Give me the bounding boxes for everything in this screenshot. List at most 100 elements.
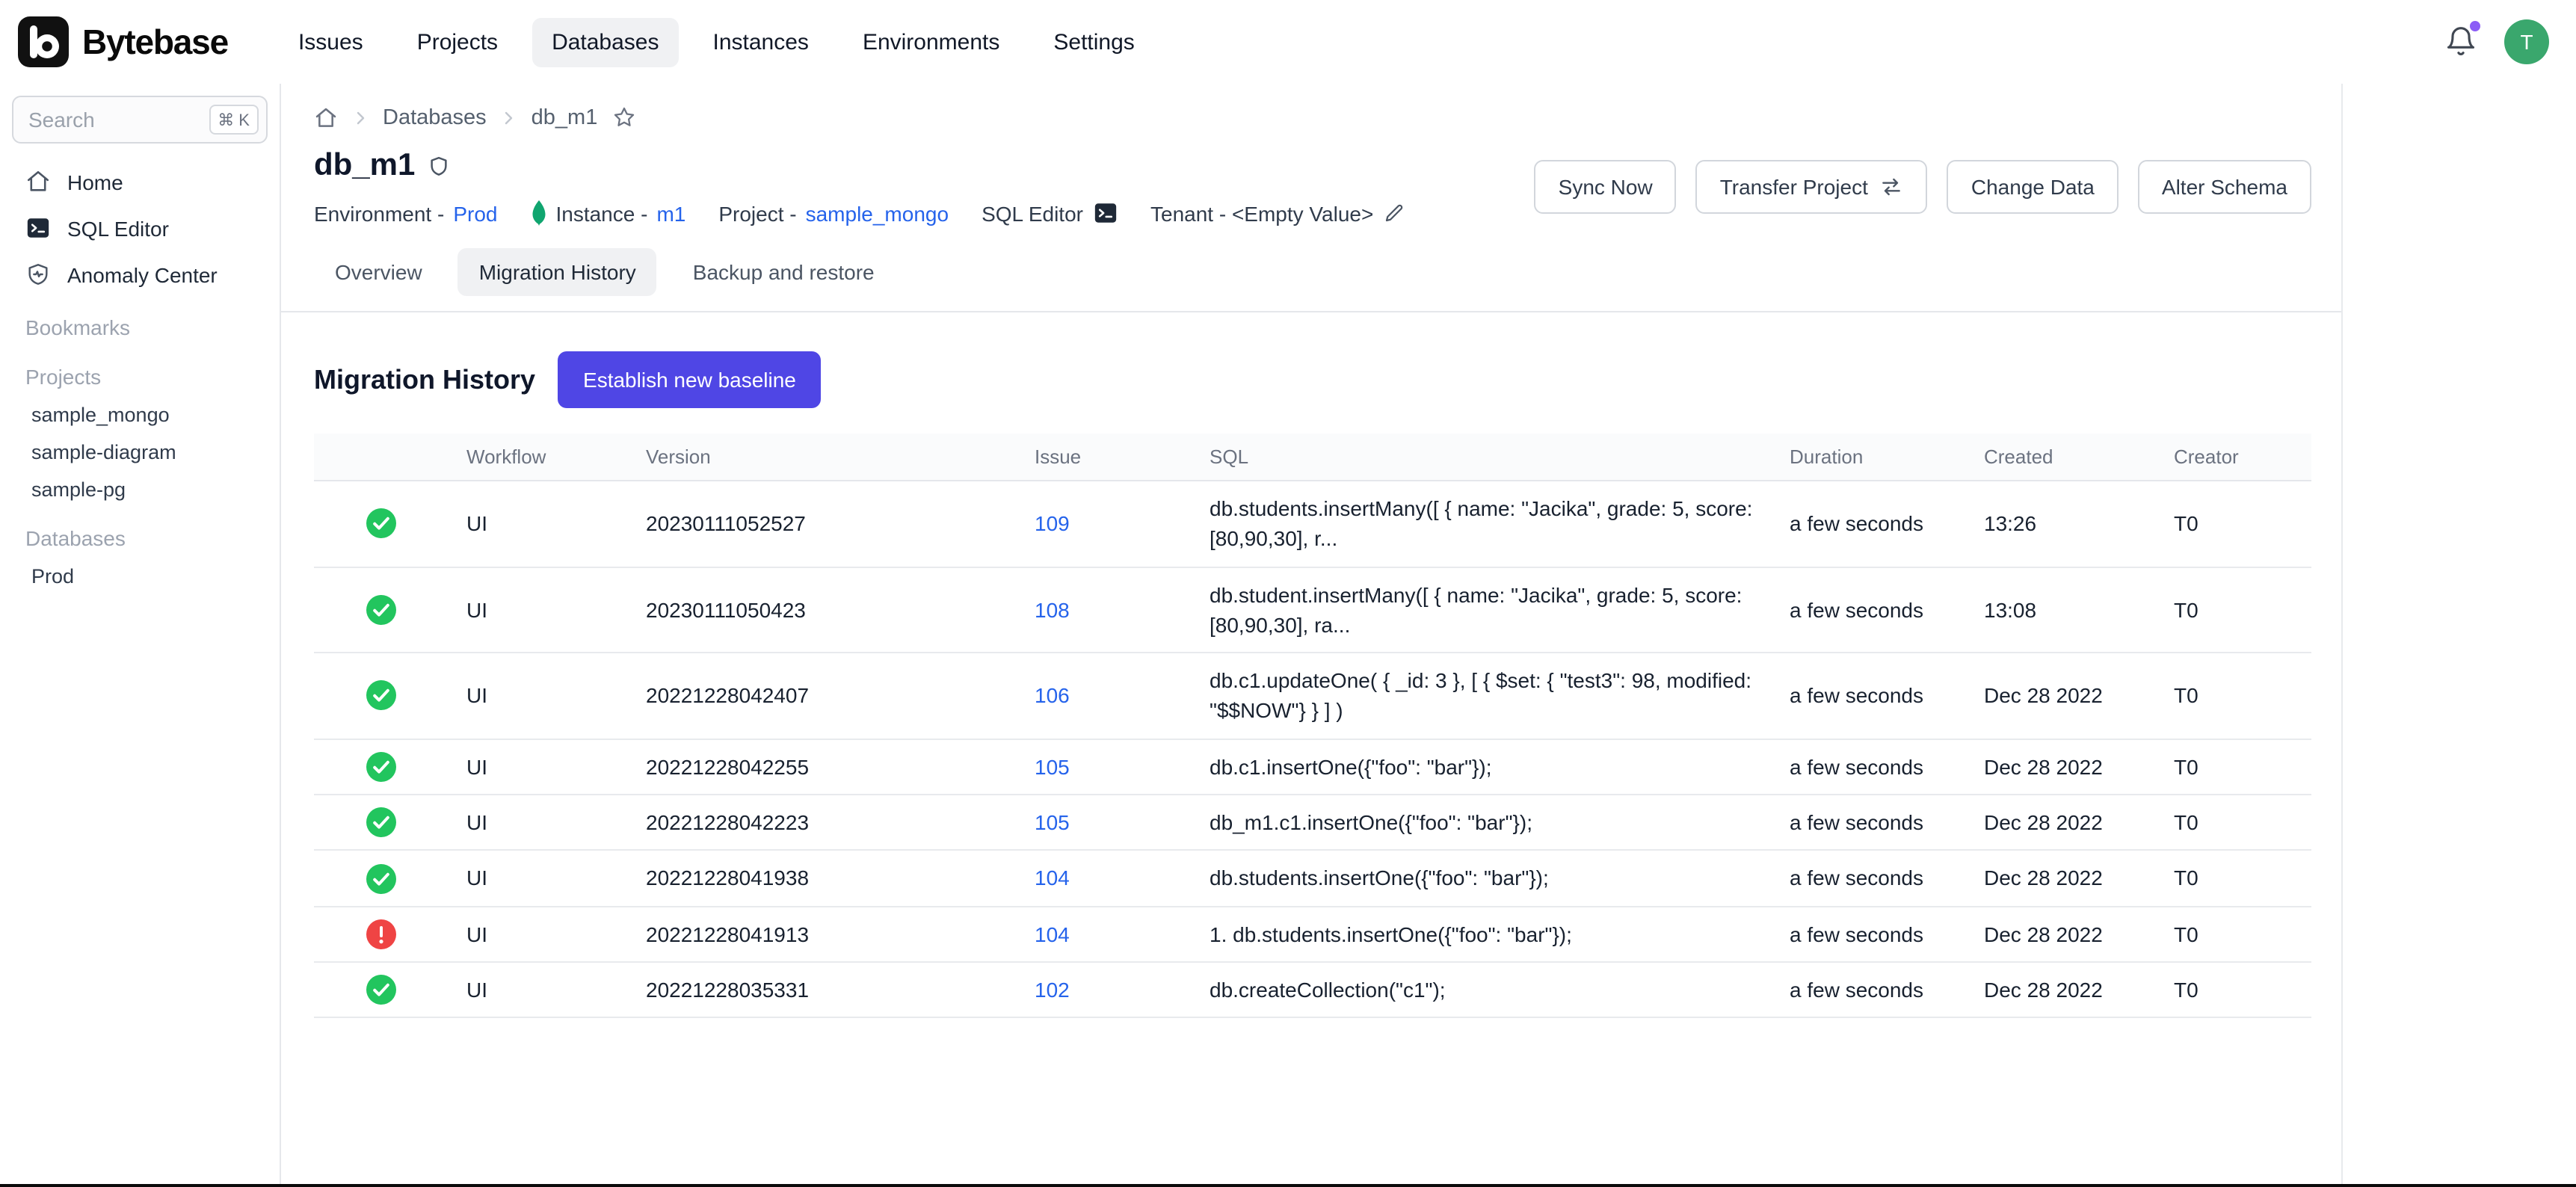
alter-schema-button[interactable]: Alter Schema bbox=[2138, 160, 2311, 214]
table-row[interactable]: UI 20221228042407 106 db.c1.updateOne( {… bbox=[314, 653, 2311, 739]
sidebar-project-sample-mongo[interactable]: sample_mongo bbox=[0, 396, 280, 434]
duration-cell: a few seconds bbox=[1772, 653, 1966, 739]
issue-link[interactable]: 104 bbox=[1035, 866, 1070, 890]
sql-cell: db.students.insertOne({"foo": "bar"}); bbox=[1192, 851, 1772, 907]
status-cell bbox=[314, 739, 449, 795]
issue-link[interactable]: 105 bbox=[1035, 810, 1070, 834]
bytebase-logo[interactable]: Bytebase bbox=[18, 16, 228, 67]
issue-link[interactable]: 106 bbox=[1035, 684, 1070, 708]
environment-link[interactable]: Prod bbox=[453, 201, 497, 225]
sidebar-section-databases[interactable]: Databases bbox=[0, 516, 280, 558]
brand-name: Bytebase bbox=[82, 22, 228, 62]
sidebar-section-projects[interactable]: Projects bbox=[0, 354, 280, 396]
table-row[interactable]: UI 20221228041938 104 db.students.insert… bbox=[314, 851, 2311, 907]
table-row[interactable]: UI 20230111050423 108 db.student.insertM… bbox=[314, 567, 2311, 653]
sidebar-section-bookmarks[interactable]: Bookmarks bbox=[0, 305, 280, 347]
nav-issues[interactable]: Issues bbox=[279, 17, 383, 67]
duration-cell: a few seconds bbox=[1772, 567, 1966, 653]
search-box[interactable]: ⌘ K bbox=[12, 96, 268, 144]
table-row[interactable]: UI 20221228042223 105 db_m1.c1.insertOne… bbox=[314, 795, 2311, 851]
scroll-gutter bbox=[2341, 84, 2576, 1184]
instance-label: Instance - bbox=[555, 201, 647, 225]
sql-cell: db_m1.c1.insertOne({"foo": "bar"}); bbox=[1192, 795, 1772, 851]
sql-editor-link-icon[interactable] bbox=[1092, 200, 1118, 226]
edit-pencil-icon[interactable] bbox=[1382, 202, 1405, 224]
breadcrumb-home-icon[interactable] bbox=[314, 105, 338, 129]
sql-editor-meta[interactable]: SQL Editor bbox=[982, 200, 1118, 226]
issue-link[interactable]: 104 bbox=[1035, 922, 1070, 946]
chevron-right-icon bbox=[351, 108, 369, 126]
sidebar-project-sample-pg[interactable]: sample-pg bbox=[0, 471, 280, 508]
creator-cell: T0 bbox=[2156, 906, 2311, 962]
nav-environments[interactable]: Environments bbox=[843, 17, 1019, 67]
sql-editor-label: SQL Editor bbox=[982, 201, 1083, 225]
change-data-button[interactable]: Change Data bbox=[1947, 160, 2119, 214]
workflow-cell: UI bbox=[449, 653, 628, 739]
table-row[interactable]: UI 20230111052527 109 db.students.insert… bbox=[314, 481, 2311, 567]
issue-cell: 106 bbox=[1017, 653, 1192, 739]
main-content: Databases db_m1 db_m1 bbox=[281, 84, 2341, 1184]
workflow-cell: UI bbox=[449, 906, 628, 962]
establish-baseline-button[interactable]: Establish new baseline bbox=[558, 351, 822, 408]
status-cell bbox=[314, 795, 449, 851]
issue-link[interactable]: 102 bbox=[1035, 978, 1070, 1002]
version-cell: 20230111052527 bbox=[628, 481, 1017, 567]
sidebar-database-prod[interactable]: Prod bbox=[0, 558, 280, 595]
success-icon bbox=[332, 863, 431, 893]
issue-link[interactable]: 109 bbox=[1035, 511, 1070, 535]
table-row[interactable]: UI 20221228041913 104 1. db.students.ins… bbox=[314, 906, 2311, 962]
tab-backup-and-restore[interactable]: Backup and restore bbox=[672, 248, 896, 296]
search-input[interactable] bbox=[28, 108, 209, 132]
change-data-label: Change Data bbox=[1971, 175, 2095, 199]
creator-cell: T0 bbox=[2156, 567, 2311, 653]
instance-link[interactable]: m1 bbox=[656, 201, 685, 225]
bookmark-star-icon[interactable] bbox=[611, 105, 636, 130]
issue-link[interactable]: 105 bbox=[1035, 755, 1070, 779]
nav-settings[interactable]: Settings bbox=[1034, 17, 1153, 67]
sync-now-button[interactable]: Sync Now bbox=[1535, 160, 1677, 214]
top-navbar: Bytebase Issues Projects Databases Insta… bbox=[0, 0, 2576, 84]
sidebar-item-label: Anomaly Center bbox=[67, 262, 218, 286]
workflow-cell: UI bbox=[449, 851, 628, 907]
sidebar-project-sample-diagram[interactable]: sample-diagram bbox=[0, 434, 280, 471]
tab-overview[interactable]: Overview bbox=[314, 248, 443, 296]
migration-history-heading: Migration History bbox=[314, 364, 535, 395]
version-cell: 20230111050423 bbox=[628, 567, 1017, 653]
home-icon bbox=[25, 169, 51, 194]
environment-meta: Environment - Prod bbox=[314, 201, 497, 225]
table-row[interactable]: UI 20221228035331 102 db.createCollectio… bbox=[314, 962, 2311, 1018]
tenant-meta: Tenant - <Empty Value> bbox=[1150, 201, 1405, 225]
project-link[interactable]: sample_mongo bbox=[806, 201, 949, 225]
sidebar-item-anomaly-center[interactable]: Anomaly Center bbox=[0, 251, 280, 297]
status-cell bbox=[314, 481, 449, 567]
error-icon bbox=[332, 919, 431, 949]
created-cell: 13:26 bbox=[1966, 481, 2156, 567]
success-icon bbox=[332, 752, 431, 782]
workflow-cell: UI bbox=[449, 739, 628, 795]
duration-cell: a few seconds bbox=[1772, 962, 1966, 1018]
created-cell: Dec 28 2022 bbox=[1966, 906, 2156, 962]
col-status bbox=[314, 434, 449, 481]
breadcrumb-databases[interactable]: Databases bbox=[383, 105, 487, 129]
table-row[interactable]: UI 20221228042255 105 db.c1.insertOne({"… bbox=[314, 739, 2311, 795]
sidebar-item-home[interactable]: Home bbox=[0, 158, 280, 205]
tab-migration-history[interactable]: Migration History bbox=[458, 248, 657, 296]
sidebar-item-sql-editor[interactable]: SQL Editor bbox=[0, 205, 280, 251]
workflow-cell: UI bbox=[449, 481, 628, 567]
status-cell bbox=[314, 851, 449, 907]
breadcrumb: Databases db_m1 bbox=[314, 105, 2311, 130]
success-icon bbox=[332, 509, 431, 539]
nav-projects[interactable]: Projects bbox=[398, 17, 517, 67]
nav-instances[interactable]: Instances bbox=[694, 17, 828, 67]
anomaly-center-icon bbox=[25, 262, 51, 287]
created-cell: Dec 28 2022 bbox=[1966, 851, 2156, 907]
notifications-button[interactable] bbox=[2444, 25, 2477, 58]
issue-link[interactable]: 108 bbox=[1035, 597, 1070, 621]
title-line: db_m1 bbox=[314, 148, 1405, 184]
status-cell bbox=[314, 567, 449, 653]
migration-table-head: Workflow Version Issue SQL Duration Crea… bbox=[314, 434, 2311, 481]
avatar[interactable]: T bbox=[2504, 19, 2549, 64]
instance-meta: Instance - m1 bbox=[530, 200, 685, 226]
transfer-project-button[interactable]: Transfer Project bbox=[1696, 160, 1928, 214]
nav-databases[interactable]: Databases bbox=[532, 17, 678, 67]
